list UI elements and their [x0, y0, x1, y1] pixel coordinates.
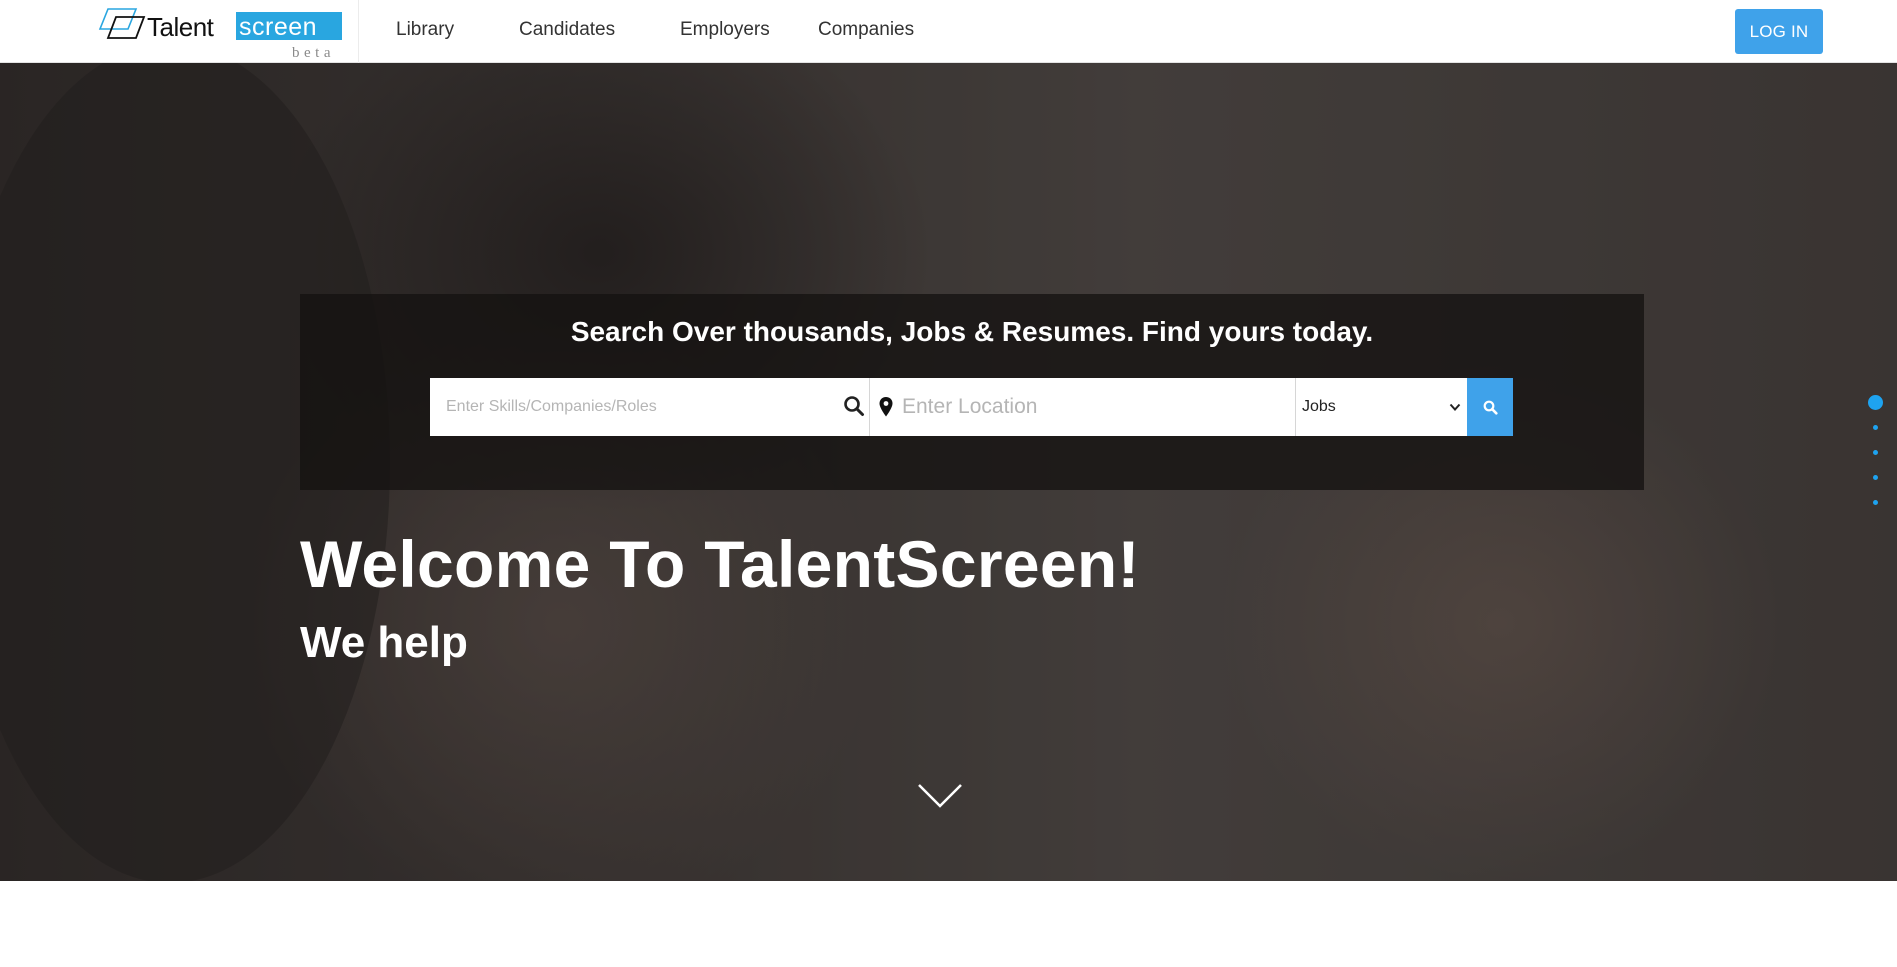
search-button[interactable]: [1467, 378, 1513, 436]
search-icon: [844, 396, 864, 416]
nav-item-library[interactable]: Library: [396, 19, 454, 41]
nav-item-companies[interactable]: Companies: [818, 19, 914, 41]
chevron-down-icon: [1449, 403, 1461, 411]
logo-tagline-beta: beta: [292, 45, 335, 59]
slide-dot-5[interactable]: [1873, 500, 1878, 505]
logo-divider: [358, 0, 359, 63]
hero-section: Search Over thousands, Jobs & Resumes. F…: [0, 63, 1897, 881]
location-field: [870, 378, 1296, 436]
search-icon: [1483, 400, 1498, 415]
slide-indicator: [1860, 395, 1890, 505]
talentscreen-logo-mark: Talent screen beta: [98, 8, 342, 61]
search-type-select[interactable]: Jobs: [1296, 378, 1467, 436]
chevron-down-icon[interactable]: [916, 781, 964, 811]
slide-dot-4[interactable]: [1873, 475, 1878, 480]
logo-word-screen: screen: [239, 13, 317, 41]
page-content-area: [0, 881, 1897, 967]
hero-subheading: We help: [300, 618, 468, 667]
nav-item-employers[interactable]: Employers: [680, 19, 770, 41]
slide-dot-2[interactable]: [1873, 425, 1878, 430]
search-form: Jobs: [430, 378, 1513, 436]
talentscreen-logo[interactable]: Talent screen beta: [96, 7, 358, 61]
logo-word-talent: Talent: [147, 12, 215, 42]
welcome-heading: Welcome To TalentScreen!: [300, 527, 1140, 601]
search-title: Search Over thousands, Jobs & Resumes. F…: [570, 316, 1374, 347]
slide-dot-3[interactable]: [1873, 450, 1878, 455]
search-panel: Search Over thousands, Jobs & Resumes. F…: [300, 294, 1644, 490]
slide-dot-1[interactable]: [1868, 395, 1883, 410]
nav-item-candidates[interactable]: Candidates: [519, 19, 615, 41]
login-button[interactable]: LOG IN: [1735, 9, 1823, 54]
search-type-value: Jobs: [1302, 398, 1336, 415]
skills-input[interactable]: [430, 378, 869, 436]
location-input[interactable]: [870, 378, 1295, 436]
top-navbar: Talent screen beta Library Candidates Em…: [0, 0, 1897, 63]
skills-field: [430, 378, 870, 436]
